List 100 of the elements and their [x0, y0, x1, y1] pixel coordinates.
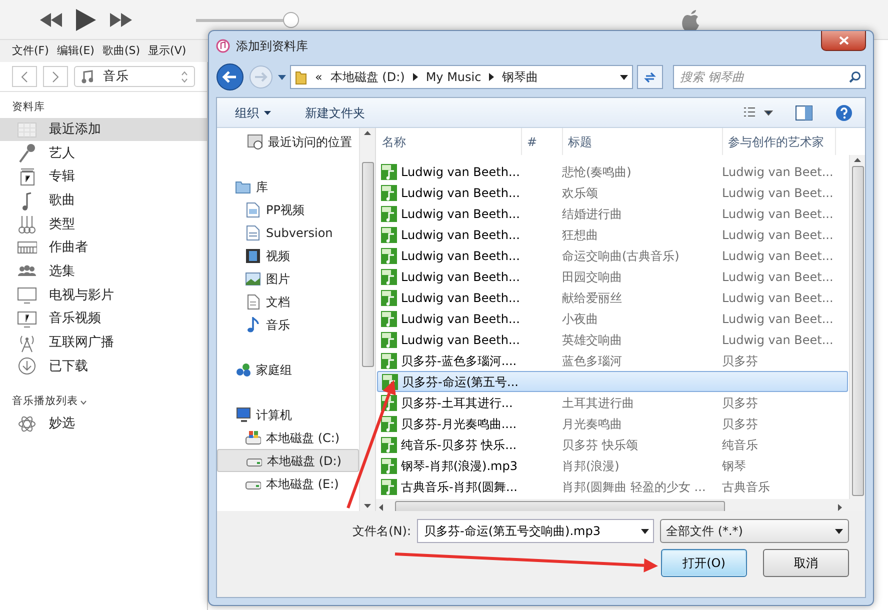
back-button[interactable]: [216, 63, 244, 91]
preview-pane-icon[interactable]: [795, 104, 813, 120]
column-header[interactable]: #: [522, 128, 563, 155]
library-item[interactable]: 作曲者: [0, 236, 207, 260]
dropdown-value: 全部文件 (*.*): [666, 523, 743, 540]
file-artist: 古典音乐: [721, 478, 771, 496]
file-row[interactable]: Ludwig van Beeth... 狂想曲 Ludwig van Beet...: [377, 224, 848, 245]
nav-item[interactable]: 家庭组: [217, 358, 359, 381]
path-overflow[interactable]: «: [315, 68, 322, 86]
menu-item[interactable]: 歌曲(S): [102, 42, 140, 60]
file-row[interactable]: Ludwig van Beeth... 小夜曲 Ludwig van Beet...: [377, 308, 848, 329]
cancel-button[interactable]: 取消: [763, 549, 849, 577]
file-name: 贝多芬-命运(第五号...: [402, 374, 518, 390]
file-title: 小夜曲: [561, 310, 599, 328]
library-item[interactable]: 歌曲: [0, 188, 207, 212]
library-item[interactable]: 已下载: [0, 354, 207, 378]
library-item[interactable]: 选集: [0, 260, 207, 284]
file-name: Ludwig van Beeth...: [401, 206, 520, 222]
file-row[interactable]: Ludwig van Beeth... 田园交响曲 Ludwig van Beet...: [377, 266, 848, 287]
file-row[interactable]: 古典音乐-肖邦(圆舞... 肖邦(圆舞曲 轻盈的少女 ... 古典音乐: [377, 476, 848, 497]
scrollbar-thumb[interactable]: [395, 500, 725, 511]
nav-item[interactable]: PP视频: [217, 198, 359, 221]
dropdown-arrow-icon[interactable]: [278, 74, 286, 80]
file-row[interactable]: Ludwig van Beeth... 献给爱丽丝 Ludwig van Beet...: [377, 287, 848, 308]
menu-item[interactable]: 文件(F): [12, 42, 49, 60]
mp3-file-icon: [381, 332, 397, 348]
view-options-icon[interactable]: [743, 106, 773, 118]
column-header[interactable]: 名称: [376, 128, 522, 155]
file-title: 肖邦(圆舞曲 轻盈的少女 ...: [561, 478, 707, 496]
search-icon: [849, 71, 861, 83]
file-row[interactable]: Ludwig van Beeth... 悲怆(奏鸣曲) Ludwig van Beet...: [377, 161, 848, 182]
library-item[interactable]: 类型: [0, 212, 207, 236]
library-item[interactable]: 最近添加: [0, 118, 207, 142]
play-icon[interactable]: [76, 8, 96, 30]
file-name: 古典音乐-肖邦(圆舞...: [401, 478, 518, 496]
file-row[interactable]: Ludwig van Beeth... 命运交响曲(古典音乐) Ludwig van Beet...: [377, 245, 848, 266]
nav-item[interactable]: Subversion: [217, 221, 359, 244]
field-label: 文件名(N):: [352, 523, 411, 540]
file-artist: Ludwig van Beet...: [721, 248, 834, 264]
nav-item[interactable]: 本地磁盘 (C:): [217, 426, 359, 449]
breadcrumb[interactable]: My Music: [426, 68, 482, 86]
nav-item[interactable]: 视频: [217, 244, 359, 267]
nav-item[interactable]: 图片: [217, 267, 359, 290]
file-row[interactable]: 贝多芬-月光奏鸣曲.... 月光奏鸣曲 贝多芬: [377, 413, 848, 434]
media-picker[interactable]: 音乐: [74, 66, 195, 87]
file-title: 英雄交响曲: [561, 332, 623, 348]
rewind-icon[interactable]: [40, 12, 62, 26]
nav-item[interactable]: 最近访问的位置: [217, 130, 359, 153]
section-heading: 音乐播放列表: [12, 394, 78, 410]
nav-item[interactable]: 本地磁盘 (D:): [217, 449, 359, 472]
toolbar-button[interactable]: 新建文件夹: [299, 102, 371, 124]
toolbar-button[interactable]: 组织: [229, 102, 277, 124]
column-header[interactable]: 标题: [563, 128, 723, 155]
file-row[interactable]: Ludwig van Beeth... 欢乐颂 Ludwig van Beet...: [377, 182, 848, 203]
scroll-left-arrow[interactable]: [379, 504, 383, 510]
file-row[interactable]: Ludwig van Beeth... 英雄交响曲 Ludwig van Beet...: [377, 329, 848, 350]
file-row[interactable]: 纯音乐-贝多芬 快乐... 贝多芬 快乐颂 纯音乐: [377, 434, 848, 455]
address-bar[interactable]: « 本地磁盘 (D:) My Music 钢琴曲: [290, 65, 633, 89]
scroll-up-arrow[interactable]: [854, 158, 861, 162]
scrollbar-thumb[interactable]: [362, 162, 374, 367]
file-row[interactable]: 钢琴-肖邦(浪漫).mp3 肖邦(浪漫) 钢琴: [377, 455, 848, 476]
nav-item[interactable]: 本地磁盘 (E:): [217, 472, 359, 495]
scroll-down-arrow[interactable]: [364, 504, 371, 508]
file-row[interactable]: Ludwig van Beeth... 结婚进行曲 Ludwig van Beet...: [377, 203, 848, 224]
refresh-button[interactable]: [637, 65, 663, 89]
library-item[interactable]: 音乐视频: [0, 307, 207, 331]
fast-forward-icon[interactable]: [110, 12, 132, 26]
open-button[interactable]: 打开(O): [661, 549, 747, 577]
breadcrumb[interactable]: 钢琴曲: [502, 68, 538, 86]
file-row[interactable]: 贝多芬-命运(第五号...: [377, 371, 848, 392]
library-item[interactable]: 互联网广播: [0, 330, 207, 355]
computer-icon: [235, 406, 251, 422]
menu-item[interactable]: 显示(V): [148, 42, 186, 60]
help-icon[interactable]: [835, 104, 853, 122]
library-item[interactable]: 艺人: [0, 141, 207, 166]
nav-item[interactable]: 库: [217, 175, 359, 198]
music-note-icon: [81, 70, 93, 84]
nav-item[interactable]: 计算机: [217, 403, 359, 426]
playlist-item[interactable]: 妙选: [0, 412, 207, 436]
scrollbar-thumb[interactable]: [852, 166, 864, 496]
nav-item[interactable]: 音乐: [217, 313, 359, 336]
close-button[interactable]: [821, 31, 866, 51]
scroll-right-arrow[interactable]: [838, 504, 842, 510]
menu-item[interactable]: 编辑(E): [56, 42, 94, 60]
file-name-field[interactable]: 贝多芬-命运(第五号交响曲).mp3: [422, 521, 641, 541]
file-artist: 钢琴: [721, 458, 747, 474]
library-item[interactable]: 电视与影片: [0, 284, 207, 308]
file-row[interactable]: 贝多芬-蓝色多瑙河.... 蓝色多瑙河 贝多芬: [377, 350, 848, 371]
column-header[interactable]: 参与创作的艺术家: [723, 128, 836, 155]
forward-button[interactable]: [43, 66, 68, 87]
file-type-dropdown[interactable]: 全部文件 (*.*): [660, 519, 849, 543]
breadcrumb[interactable]: 本地磁盘 (D:): [330, 68, 405, 86]
file-name-box[interactable]: 贝多芬-命运(第五号交响曲).mp3: [417, 519, 654, 543]
nav-item[interactable]: 文档: [217, 290, 359, 313]
file-title: 献给爱丽丝: [561, 290, 623, 306]
file-row[interactable]: 贝多芬-土耳其进行... 土耳其进行曲 贝多芬: [377, 392, 848, 413]
search-box[interactable]: 搜索 钢琴曲: [673, 65, 866, 89]
library-item[interactable]: 专辑: [0, 165, 207, 189]
file-title: 月光奏鸣曲: [561, 416, 623, 432]
scroll-up-arrow[interactable]: [364, 131, 371, 135]
